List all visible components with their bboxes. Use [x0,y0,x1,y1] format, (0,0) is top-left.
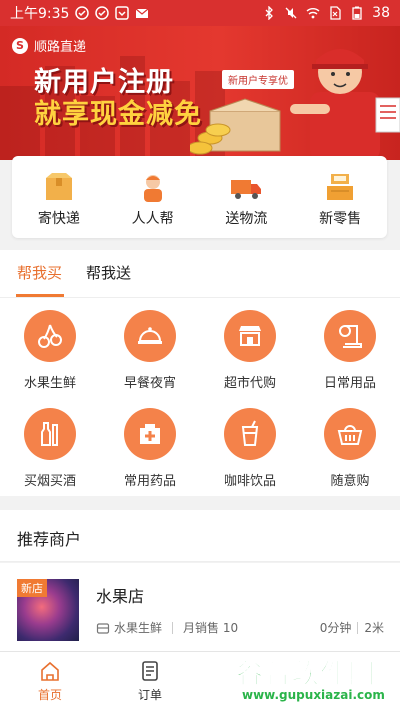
category-tobacco-alcohol[interactable]: 买烟买酒 [0,408,100,489]
merchant-sales: 月销售 10 [183,621,239,635]
service-logistics[interactable]: 送物流 [200,156,294,238]
delivery-truck-icon [231,180,262,199]
category-name: 超市代购 [223,376,276,391]
service-retail[interactable]: 新零售 [293,156,387,238]
tab-help-me-buy[interactable]: 帮我买 [17,262,62,283]
bottle-cigarette-icon [41,422,58,446]
notification-box-icon [115,6,130,20]
tab-help-me-send[interactable]: 帮我送 [86,262,131,283]
battery-level: 38 [372,5,390,21]
category-name: 常用药品 [123,474,176,489]
category-coffee-drinks[interactable]: 咖啡饮品 [200,408,300,489]
merchant-delivery-info: 0分钟 2米 [320,619,384,636]
brand-logo-icon: S [12,37,28,54]
merchant-meta: 水果生鲜 月销售 10 [96,619,238,636]
category-fruit[interactable]: 水果生鲜 [0,310,100,391]
category-daily-goods[interactable]: 日常用品 [300,310,400,391]
courier-illustration-icon [190,49,400,160]
nav-orders[interactable]: 订单 [100,652,200,711]
status-bar: 上午9:35 38 [0,0,400,26]
category-anything[interactable]: 随意购 [300,408,400,489]
tissue-roll-icon [339,325,362,348]
shopping-basket-icon [337,425,363,445]
category-name: 买烟买酒 [23,474,76,489]
promo-subheadline: 就享现金减免 [34,99,202,130]
category-name: 日常用品 [323,376,376,391]
site-watermark: 谷普软件园 www.gupuxiazai.com [212,652,392,708]
category-grid: 水果生鲜 早餐夜宵 超市代购 日常用品 买烟买酒 常用药品 咖啡饮品 随意购 [0,298,400,496]
nav-label: 订单 [137,688,162,702]
category-name: 咖啡饮品 [223,474,276,489]
nav-home[interactable]: 首页 [0,652,100,711]
order-type-tabs: 帮我买 帮我送 [0,250,400,298]
app-screen: 上午9:35 38 S 顺路直递 新用户注册 就享现金减免 新用户专享优 寄快递… [0,0,400,711]
service-label: 人人帮 [131,211,174,227]
watermark-text: 谷普软件园 [236,659,376,691]
active-tab-indicator [16,294,64,297]
brand: S 顺路直递 [12,36,86,55]
recommend-header: 推荐商户 [0,510,400,562]
service-send-express[interactable]: 寄快递 [12,156,106,238]
cherry-icon [38,324,62,348]
check-circle-icon-2 [95,6,110,20]
nav-label: 首页 [37,688,62,702]
merchant-thumbnail: 新店 [17,579,79,641]
mute-icon [285,7,297,19]
store-icon [239,326,261,346]
package-box-icon [45,173,72,200]
divider [357,621,359,634]
distance: 2米 [364,621,384,635]
merchant-name: 水果店 [96,587,145,606]
bluetooth-icon [265,6,274,20]
check-circle-icon [75,6,90,20]
merchant-category: 水果生鲜 [114,621,163,635]
category-name: 早餐夜宵 [123,376,176,391]
new-store-badge: 新店 [17,579,47,597]
service-label: 新零售 [319,211,362,227]
shop-tag-icon [96,622,110,634]
category-name: 水果生鲜 [23,376,76,391]
no-sim-icon [330,6,341,20]
new-user-tag: 新用户专享优 [222,70,294,89]
order-list-icon [142,661,158,681]
home-icon [41,661,59,681]
drink-cup-icon [241,420,259,446]
merchant-card[interactable]: 新店 水果店 水果生鲜 月销售 10 0分钟 2米 [0,563,400,651]
brand-name: 顺路直递 [34,40,87,55]
food-cloche-icon [138,327,162,344]
recommend-title: 推荐商户 [17,530,82,549]
wifi-icon [306,8,320,19]
divider [172,621,174,634]
medicine-box-icon [140,424,160,444]
battery-icon [352,6,362,20]
promo-banner[interactable]: S 顺路直递 新用户注册 就享现金减免 新用户专享优 [0,26,400,160]
service-help[interactable]: 人人帮 [106,156,200,238]
category-supermarket[interactable]: 超市代购 [200,310,300,391]
retail-register-icon [327,174,354,200]
service-menu: 寄快递 人人帮 送物流 新零售 [12,156,387,238]
watermark-url: www.gupuxiazai.com [242,688,385,702]
delivery-time: 0分钟 [319,621,352,635]
service-label: 送物流 [225,211,268,227]
category-medicine[interactable]: 常用药品 [100,408,200,489]
courier-person-icon [143,175,162,202]
status-time: 上午9:35 [10,6,70,22]
category-breakfast-night[interactable]: 早餐夜宵 [100,310,200,391]
mail-icon [136,8,149,18]
category-name: 随意购 [330,474,370,489]
service-label: 寄快递 [37,211,80,227]
